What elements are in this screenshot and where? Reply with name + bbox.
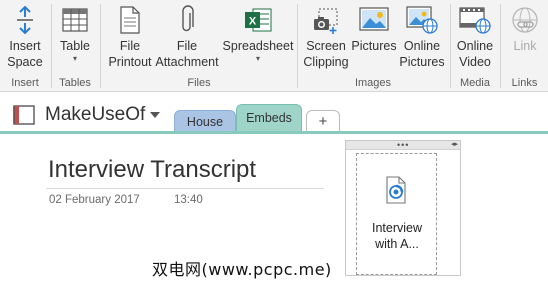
group-images: Screen Clipping Pictures Online Pictures… bbox=[298, 0, 448, 92]
file-attachment-label: File Attachment bbox=[155, 39, 219, 69]
notebook-name[interactable]: MakeUseOf bbox=[45, 104, 145, 126]
online-pictures-button[interactable]: Online Pictures bbox=[398, 2, 446, 74]
file-attachment[interactable]: Interview with A... bbox=[356, 153, 437, 275]
picture-icon bbox=[350, 2, 398, 38]
notebook-icon[interactable] bbox=[12, 104, 38, 131]
pictures-button[interactable]: Pictures bbox=[350, 2, 398, 74]
group-insert: Insert Space Insert bbox=[0, 0, 50, 92]
insert-space-label: Insert Space bbox=[7, 39, 43, 69]
insert-space-icon bbox=[4, 2, 46, 38]
add-section-button[interactable]: + bbox=[306, 110, 340, 132]
grip-icon[interactable]: ••• bbox=[397, 141, 409, 150]
group-media: Online Video Media bbox=[451, 0, 499, 92]
group-insert-label: Insert bbox=[11, 77, 39, 89]
audio-file-icon bbox=[385, 176, 407, 209]
spreadsheet-dropdown-icon: ▾ bbox=[255, 54, 260, 63]
file-printout-button[interactable]: File Printout bbox=[104, 2, 156, 74]
notebook-dropdown-icon[interactable] bbox=[150, 112, 160, 118]
page-time: 13:40 bbox=[174, 194, 203, 206]
online-pictures-icon bbox=[398, 2, 446, 38]
spreadsheet-button[interactable]: X Spreadsheet ▾ bbox=[222, 2, 294, 74]
watermark: 双电网(www.pcpc.me) bbox=[152, 260, 332, 279]
paperclip-icon bbox=[154, 2, 220, 38]
section-color-bar bbox=[0, 131, 548, 134]
table-dropdown-icon: ▾ bbox=[72, 54, 77, 63]
container-drag-bar[interactable]: ••• ◂▸ bbox=[346, 141, 460, 150]
insert-space-button[interactable]: Insert Space bbox=[4, 2, 46, 74]
excel-icon: X bbox=[222, 2, 294, 38]
table-icon bbox=[55, 2, 95, 38]
file-printout-icon bbox=[104, 2, 156, 38]
tab-embeds[interactable]: Embeds bbox=[236, 104, 302, 132]
file-attachment-button[interactable]: File Attachment bbox=[154, 2, 220, 74]
screen-clipping-button[interactable]: Screen Clipping bbox=[300, 2, 352, 74]
page-title[interactable]: Interview Transcript bbox=[48, 156, 256, 184]
link-button[interactable]: Link bbox=[503, 2, 547, 74]
group-links-label: Links bbox=[511, 77, 538, 89]
group-files: File Printout File Attachment X Spreadsh… bbox=[102, 0, 296, 92]
link-icon bbox=[503, 2, 547, 38]
online-pictures-label: Online Pictures bbox=[399, 39, 445, 69]
online-video-label: Online Video bbox=[456, 39, 494, 69]
table-label: Table bbox=[60, 39, 90, 53]
spreadsheet-label: Spreadsheet bbox=[222, 39, 294, 53]
online-video-icon bbox=[452, 2, 498, 38]
group-media-label: Media bbox=[460, 77, 490, 89]
tab-house[interactable]: House bbox=[174, 110, 236, 132]
group-tables-label: Tables bbox=[59, 77, 91, 89]
group-files-label: Files bbox=[187, 77, 211, 89]
page-date: 02 February 2017 bbox=[49, 194, 140, 206]
file-printout-label: File Printout bbox=[108, 39, 152, 69]
screen-clipping-icon bbox=[300, 2, 352, 38]
table-button[interactable]: Table ▾ bbox=[55, 2, 95, 74]
title-underline bbox=[46, 188, 324, 189]
pictures-label: Pictures bbox=[351, 39, 397, 53]
svg-text:X: X bbox=[249, 16, 257, 28]
link-label: Link bbox=[513, 39, 537, 53]
note-container[interactable]: ••• ◂▸ Interview with A... bbox=[345, 140, 461, 276]
group-tables: Table ▾ Tables bbox=[52, 0, 98, 92]
group-links: Link Links bbox=[501, 0, 548, 92]
resize-arrows-icon[interactable]: ◂▸ bbox=[451, 141, 458, 149]
group-images-label: Images bbox=[354, 77, 392, 89]
online-video-button[interactable]: Online Video bbox=[452, 2, 498, 74]
ribbon: Insert Space Insert Table ▾ Tables File … bbox=[0, 0, 548, 92]
divider bbox=[100, 4, 101, 88]
attachment-name: Interview with A... bbox=[371, 221, 423, 251]
screen-clipping-label: Screen Clipping bbox=[303, 39, 349, 69]
